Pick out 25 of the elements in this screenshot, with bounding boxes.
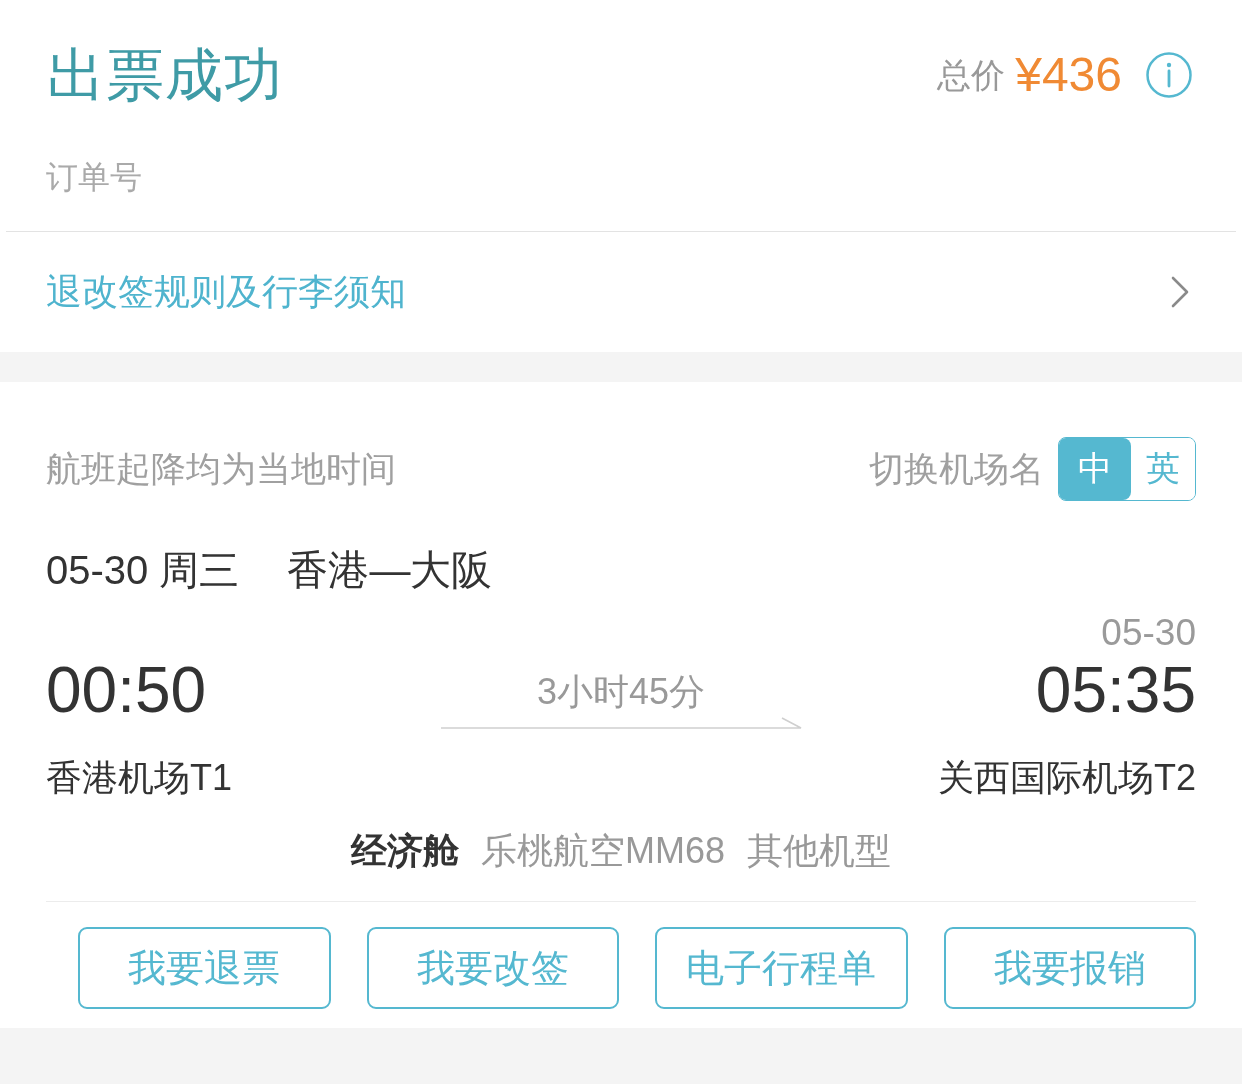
action-button[interactable]: 我要退票 xyxy=(78,927,331,1009)
local-time-note: 航班起降均为当地时间 xyxy=(46,448,396,490)
arrival-airport: 关西国际机场T2 xyxy=(938,758,1196,798)
departure-airport: 香港机场T1 xyxy=(46,758,232,798)
total-price: ¥436 xyxy=(1015,47,1122,103)
flight-duration: 3小时45分 xyxy=(536,671,706,713)
departure-time: 00:50 xyxy=(46,658,207,722)
switch-label: 切换机场名 xyxy=(869,448,1044,490)
airline-flight-number: 乐桃航空MM68 xyxy=(481,831,725,871)
flight-route: 香港—大阪 xyxy=(287,546,493,594)
order-number-label: 订单号 xyxy=(46,158,142,197)
language-option[interactable]: 中 xyxy=(1059,438,1131,500)
action-button[interactable]: 电子行程单 xyxy=(655,927,908,1009)
cabin-class: 经济舱 xyxy=(351,831,459,871)
aircraft-type: 其他机型 xyxy=(747,831,891,871)
chevron-right-icon xyxy=(1170,276,1190,308)
action-button[interactable]: 我要报销 xyxy=(943,927,1196,1009)
flight-date: 05-30 周三 xyxy=(46,547,240,594)
arrival-time: 05:35 xyxy=(1035,658,1196,722)
rules-link[interactable]: 退改签规则及行李须知 xyxy=(0,232,1242,352)
page-title: 出票成功 xyxy=(47,41,283,109)
arrival-date: 05-30 xyxy=(1101,613,1196,653)
action-button[interactable]: 我要改签 xyxy=(366,927,619,1009)
price-label: 总价 xyxy=(937,55,1006,96)
info-icon[interactable] xyxy=(1146,52,1192,98)
